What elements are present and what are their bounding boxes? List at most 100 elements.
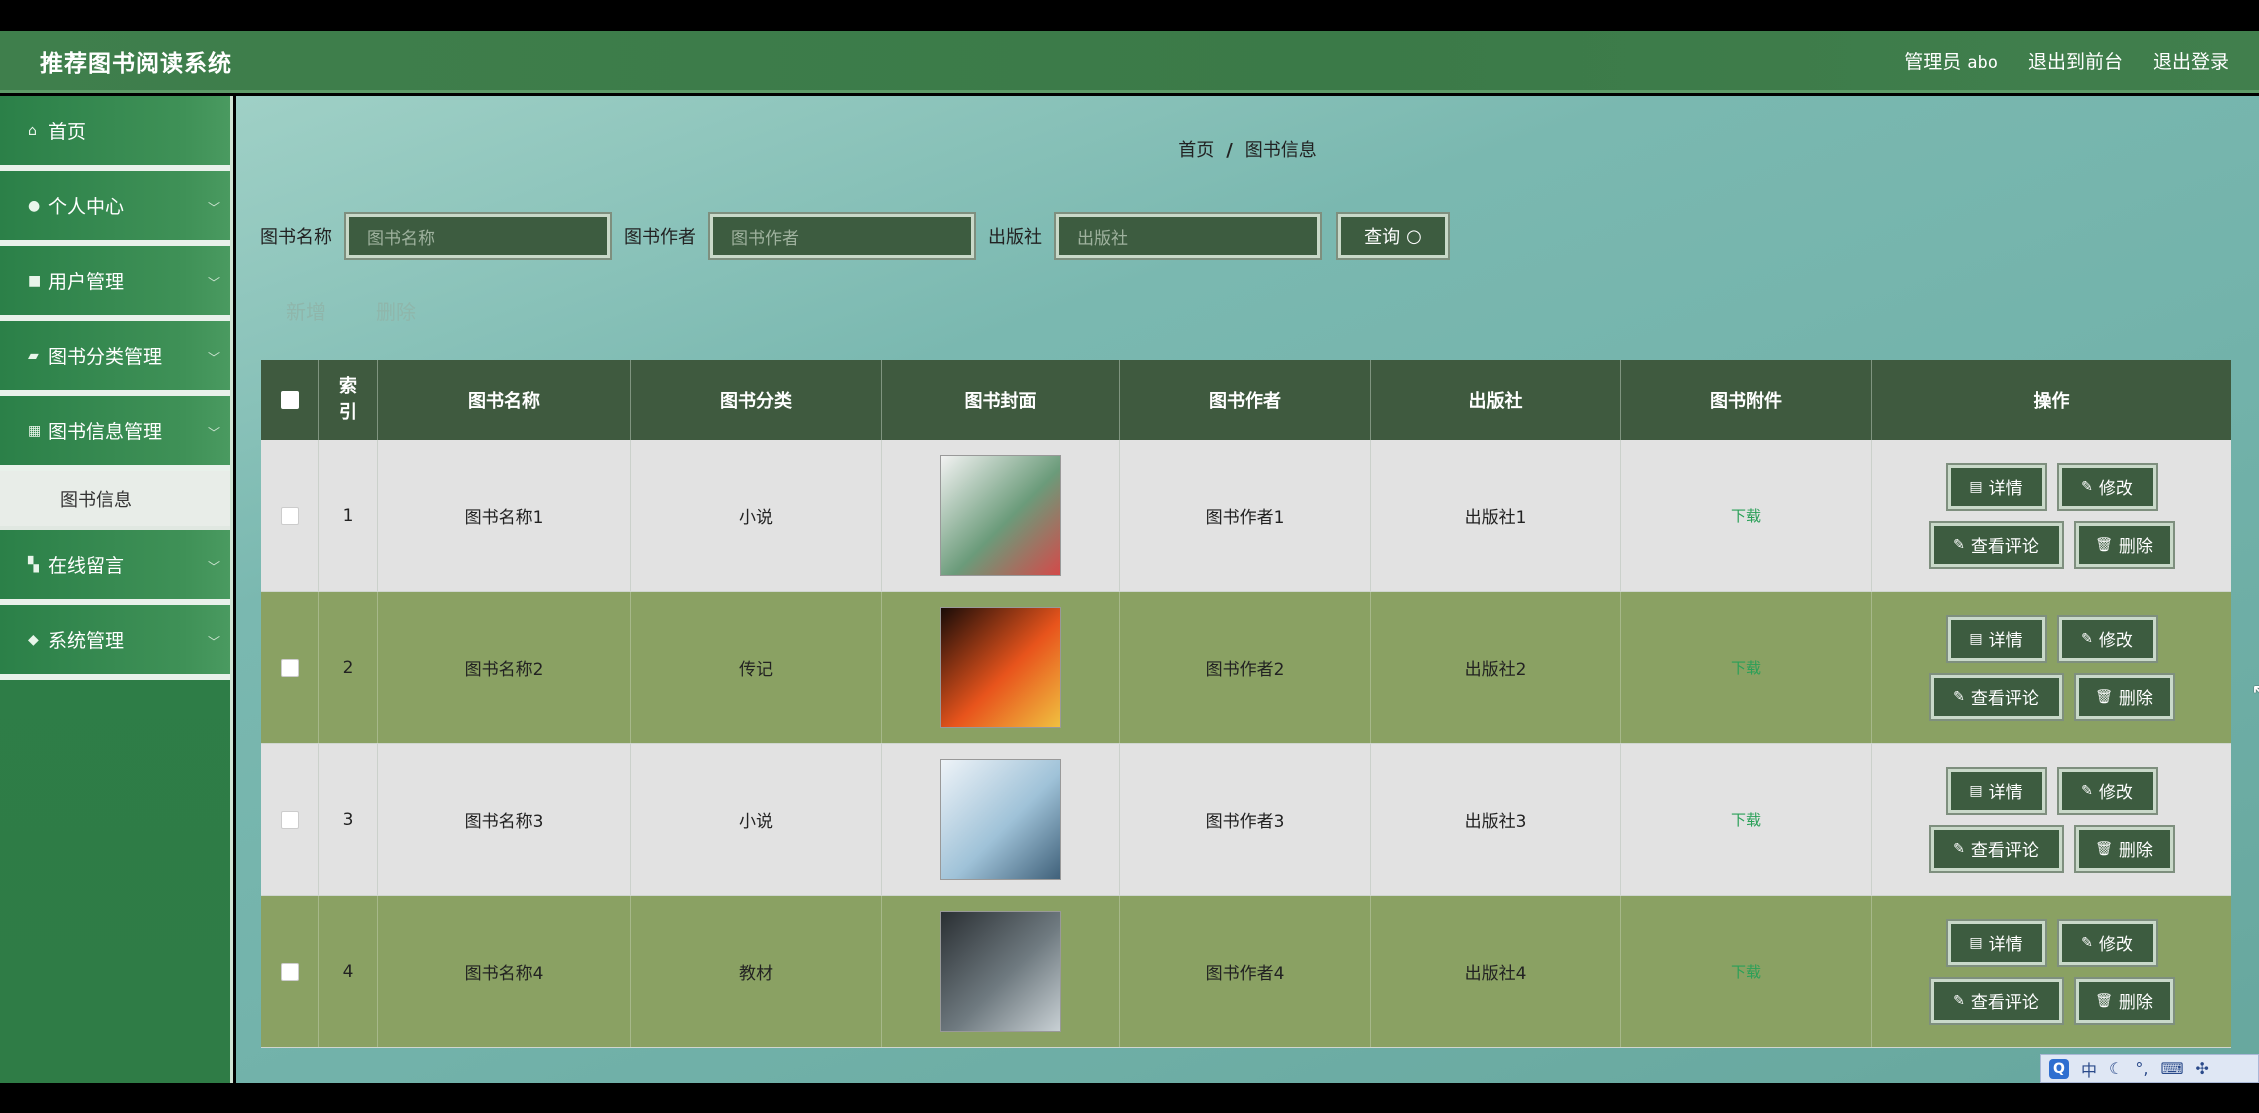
edit-button-label: 修改	[2098, 479, 2133, 499]
edit-button[interactable]: ✎ 修改	[2056, 462, 2158, 511]
trash-icon: 🗑	[2095, 840, 2113, 857]
row-attachment-cell: 下载	[1621, 744, 1872, 895]
detail-button[interactable]: ▤ 详情	[1945, 614, 2047, 663]
select-all-checkbox[interactable]	[280, 391, 299, 409]
row-select-cell	[261, 592, 319, 743]
view-comments-button[interactable]: ✎ 查看评论	[1928, 824, 2064, 873]
delete-button[interactable]: 🗑 删除	[2073, 976, 2175, 1025]
sidebar-subitem-book-info[interactable]: 图书信息	[0, 471, 230, 530]
row-category: 教材	[631, 896, 882, 1047]
folder-icon: ▰	[28, 347, 39, 364]
row-author: 图书作者4	[1120, 896, 1371, 1047]
sidebar-item-personal-center[interactable]: ● 个人中心 ﹀	[0, 171, 230, 246]
trash-icon: 🗑	[2095, 688, 2113, 705]
screen-top-border	[0, 0, 2259, 31]
batch-delete-button[interactable]: 删除	[376, 296, 416, 325]
table-toolbar: 新增 删除	[286, 296, 416, 325]
logout-link[interactable]: 退出登录	[2153, 47, 2229, 74]
breadcrumb-home[interactable]: 首页	[1178, 140, 1214, 161]
book-cover-image	[941, 456, 1060, 575]
view-comments-button-label: 查看评论	[1970, 841, 2039, 861]
chevron-down-icon: ﹀	[207, 201, 220, 215]
row-author: 图书作者3	[1120, 744, 1371, 895]
chevron-down-icon: ﹀	[207, 635, 220, 649]
table-row: 1 图书名称1 小说 图书作者1 出版社1 下载 ▤ 详情 ✎ 修改 ✎ 查看评论 🗑…	[261, 440, 2231, 592]
sidebar-subitem-label: 图书信息	[60, 489, 132, 511]
header-category: 图书分类	[631, 360, 882, 440]
row-checkbox[interactable]	[280, 962, 299, 981]
sidebar-item-category-management[interactable]: ▰ 图书分类管理 ﹀	[0, 321, 230, 396]
punctuation-icon[interactable]: °,	[2135, 1059, 2148, 1078]
sidebar-item-book-management[interactable]: ▦ 图书信息管理 ﹀	[0, 396, 230, 471]
row-checkbox[interactable]	[280, 658, 299, 677]
sidebar-item-label: 图书分类管理	[48, 346, 163, 368]
ime-logo-icon: Q	[2049, 1058, 2069, 1079]
publisher-input[interactable]: 出版社	[1054, 212, 1322, 260]
detail-button[interactable]: ▤ 详情	[1945, 766, 2047, 815]
delete-button[interactable]: 🗑 删除	[2073, 672, 2175, 721]
book-name-input[interactable]: 图书名称	[344, 212, 612, 260]
pencil-icon: ✎	[2081, 782, 2093, 799]
settings-icon[interactable]: ✣	[2196, 1059, 2209, 1078]
row-publisher: 出版社2	[1371, 592, 1621, 743]
download-link[interactable]: 下载	[1731, 809, 1761, 830]
row-publisher: 出版社3	[1371, 744, 1621, 895]
edit-button[interactable]: ✎ 修改	[2056, 766, 2158, 815]
add-button[interactable]: 新增	[286, 296, 326, 325]
row-book-name: 图书名称4	[378, 896, 631, 1047]
detail-button[interactable]: ▤ 详情	[1945, 462, 2047, 511]
pencil-icon: ✎	[2081, 630, 2093, 647]
view-comments-button-label: 查看评论	[1970, 993, 2039, 1013]
detail-button-label: 详情	[1988, 935, 2023, 955]
sidebar-item-messages[interactable]: ▚ 在线留言 ﹀	[0, 530, 230, 605]
current-user: 管理员 abo	[1904, 47, 1998, 74]
detail-button[interactable]: ▤ 详情	[1945, 918, 2047, 967]
view-comments-button[interactable]: ✎ 查看评论	[1928, 976, 2064, 1025]
header-index-label: 索引	[339, 376, 357, 423]
query-button-label: 查询	[1364, 227, 1401, 248]
view-comments-button[interactable]: ✎ 查看评论	[1928, 520, 2064, 569]
row-operations: ▤ 详情 ✎ 修改 ✎ 查看评论 🗑 删除	[1872, 744, 2231, 895]
keyboard-icon[interactable]: ⌨	[2160, 1059, 2183, 1078]
row-operations: ▤ 详情 ✎ 修改 ✎ 查看评论 🗑 删除	[1872, 592, 2231, 743]
sidebar-item-label: 首页	[48, 121, 87, 143]
row-book-name: 图书名称3	[378, 744, 631, 895]
user-name: abo	[1967, 53, 1998, 73]
delete-button-label: 删除	[2118, 993, 2153, 1013]
download-link[interactable]: 下载	[1731, 505, 1761, 526]
delete-button[interactable]: 🗑 删除	[2073, 520, 2175, 569]
sidebar-item-user-management[interactable]: ■ 用户管理 ﹀	[0, 246, 230, 321]
row-operations: ▤ 详情 ✎ 修改 ✎ 查看评论 🗑 删除	[1872, 896, 2231, 1047]
document-icon: ▤	[1969, 478, 1983, 495]
sidebar-item-system[interactable]: ◆ 系统管理 ﹀	[0, 605, 230, 680]
ime-mode[interactable]: 中	[2081, 1057, 2097, 1081]
row-index: 1	[319, 440, 378, 591]
pencil-icon: ✎	[1953, 536, 1965, 553]
document-icon: ▤	[1969, 934, 1983, 951]
search-icon: ○	[1406, 225, 1422, 247]
grid-icon: ▦	[28, 422, 42, 439]
row-category: 传记	[631, 592, 882, 743]
sidebar-item-home[interactable]: ⌂ 首页	[0, 96, 230, 171]
book-author-input[interactable]: 图书作者	[708, 212, 976, 260]
download-link[interactable]: 下载	[1731, 961, 1761, 982]
user-icon: ●	[28, 197, 41, 214]
document-icon: ▤	[1969, 630, 1983, 647]
goto-front-link[interactable]: 退出到前台	[2028, 47, 2123, 74]
view-comments-button[interactable]: ✎ 查看评论	[1928, 672, 2064, 721]
edit-button[interactable]: ✎ 修改	[2056, 918, 2158, 967]
edit-button[interactable]: ✎ 修改	[2056, 614, 2158, 663]
delete-button[interactable]: 🗑 删除	[2073, 824, 2175, 873]
row-book-name: 图书名称2	[378, 592, 631, 743]
sidebar: ⌂ 首页 ● 个人中心 ﹀ ■ 用户管理 ﹀ ▰ 图书分类管理 ﹀ ▦ 图书信息…	[0, 96, 233, 1083]
row-checkbox[interactable]	[280, 810, 299, 829]
app-header: 推荐图书阅读系统 管理员 abo 退出到前台 退出登录	[0, 31, 2259, 93]
moon-icon[interactable]: ☾	[2109, 1059, 2123, 1078]
chevron-down-icon: ﹀	[207, 276, 220, 290]
query-button[interactable]: 查询 ○	[1336, 212, 1450, 260]
row-attachment-cell: 下载	[1621, 440, 1872, 591]
row-book-name: 图书名称1	[378, 440, 631, 591]
row-checkbox[interactable]	[280, 506, 299, 525]
publisher-label: 出版社	[988, 227, 1042, 248]
download-link[interactable]: 下载	[1731, 657, 1761, 678]
